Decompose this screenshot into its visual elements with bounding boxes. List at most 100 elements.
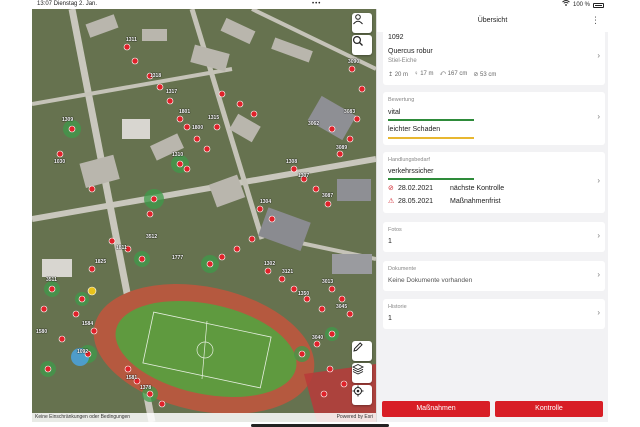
control-label: nächste Kontrolle (450, 185, 505, 192)
tree-label: 1801 (179, 109, 191, 115)
documents-label: Dokumente (388, 266, 417, 272)
measure-label: Maßnahmenfrist (450, 198, 501, 205)
tree-label: 3090 (348, 59, 360, 65)
tree-label: 1825 (95, 259, 107, 265)
tree-label: 3512 (146, 234, 158, 240)
tree-label: 1378 (140, 385, 152, 391)
user-button[interactable] (352, 13, 372, 33)
esri-attribution[interactable]: Powered by Esri (337, 413, 373, 422)
action-needed-card[interactable]: Handlungsbedarf verkehrssicher ⊘ 28.02.2… (383, 152, 605, 213)
tree-label: 3511 (46, 277, 57, 283)
action-needed-label: Handlungsbedarf (388, 157, 430, 163)
chevron-right-icon: › (597, 112, 600, 121)
assessment-card[interactable]: Bewertung vital leichter Schaden › (383, 92, 605, 145)
measures-button[interactable]: Maßnahmen (382, 401, 490, 417)
tree-label: 1302 (264, 261, 276, 267)
chevron-right-icon: › (597, 231, 600, 240)
map-attribution: Keine Einschränkungen oder Bedingungen P… (32, 413, 376, 422)
history-label: Historie (388, 304, 407, 310)
panel-title: Übersicht (477, 17, 508, 24)
assessment-label: Bewertung (388, 97, 415, 103)
tree-common-name: Stiel-Eiche (388, 58, 417, 64)
chevron-right-icon: › (597, 308, 600, 317)
aerial-map (32, 9, 376, 422)
vitality-bar (388, 119, 474, 121)
tree-label: 1350 (298, 291, 310, 297)
tree-label: 1581 (126, 375, 138, 381)
photos-count: 1 (388, 238, 392, 245)
tree-label: 1777 (172, 255, 184, 261)
tree-label: 1584 (82, 321, 94, 327)
photos-label: Fotos (388, 227, 402, 233)
tree-crown: 17 m (420, 71, 434, 77)
height-icon: ↥ (388, 72, 394, 78)
measure-date: 28.05.2021 (398, 198, 434, 205)
tree-label: 1309 (62, 117, 74, 123)
map-restriction-text: Keine Einschränkungen oder Bedingungen (35, 414, 131, 420)
warning-icon: ⚠ (388, 198, 395, 205)
tree-diameter: 53 cm (480, 72, 497, 78)
diameter-metric: ⊘ 53 cm (473, 71, 496, 78)
tree-label: 1307 (298, 173, 310, 179)
vitality-value: vital (388, 109, 401, 116)
chevron-right-icon: › (597, 176, 600, 185)
tree-label: 1304 (260, 199, 272, 205)
damage-bar (388, 137, 474, 139)
tree-label: 3089 (336, 145, 348, 151)
documents-value: Keine Dokumente vorhanden (388, 277, 473, 284)
tree-label: 1092 (77, 349, 89, 355)
tree-label: 1308 (286, 159, 298, 165)
chevron-right-icon: › (597, 51, 600, 60)
check-circle-icon: ⊘ (388, 185, 394, 192)
control-date: 28.02.2021 (398, 185, 434, 192)
history-card[interactable]: Historie 1 › (383, 299, 605, 329)
tree-label: 1030 (54, 159, 66, 165)
tree-label: 1315 (208, 115, 220, 121)
tree-label: 1317 (166, 89, 178, 95)
history-count: 1 (388, 315, 392, 322)
search-button[interactable] (352, 35, 372, 55)
tree-label: 1580 (36, 329, 48, 335)
more-menu-icon[interactable]: ⋮ (591, 9, 600, 32)
safety-status: verkehrssicher (388, 168, 434, 175)
map-view[interactable]: 1092 1311 3512 1777 1811 1825 3511 1318 … (32, 9, 376, 422)
crown-icon: ♀ (414, 71, 419, 77)
tree-label: 3062 (308, 121, 320, 127)
tree-label: 1310 (172, 152, 184, 158)
multitasking-dots[interactable]: ••• (312, 0, 321, 9)
tree-label: 3040 (312, 335, 324, 341)
edit-button[interactable] (352, 341, 372, 361)
height-metric: ↥ 20 m (388, 71, 408, 78)
locate-button[interactable] (352, 385, 372, 405)
documents-card[interactable]: Dokumente Keine Dokumente vorhanden › (383, 261, 605, 291)
safety-status-bar (388, 178, 474, 180)
chevron-right-icon: › (597, 270, 600, 279)
battery-icon (593, 2, 604, 8)
girth-metric: ⤺ 167 cm (440, 71, 468, 78)
status-time-date: 13:07 Dienstag 2. Jan. (37, 1, 98, 7)
girth-icon: ⤺ (439, 71, 446, 77)
detail-panel: Übersicht ⋮ 1092 Quercus robur Stiel-Eic… (376, 9, 608, 422)
tree-label: 3045 (336, 304, 348, 310)
status-bar: 13:07 Dienstag 2. Jan. ••• 100 % (0, 0, 640, 9)
tree-id: 1092 (388, 34, 404, 41)
damage-value: leichter Schaden (388, 126, 441, 133)
tree-label: 1811 (116, 245, 127, 251)
tree-species: Quercus robur (388, 48, 433, 55)
tree-info-card[interactable]: 1092 Quercus robur Stiel-Eiche ↥ 20 m ♀ … (383, 30, 605, 85)
tree-label: 1800 (192, 125, 204, 131)
tree-label: 3087 (322, 193, 334, 199)
control-button[interactable]: Kontrolle (495, 401, 603, 417)
tree-height: 20 m (394, 72, 409, 78)
layers-button[interactable] (352, 363, 372, 383)
tree-girth: 167 cm (447, 71, 468, 77)
tree-label: 3083 (344, 109, 356, 115)
tree-label: 1318 (150, 73, 162, 79)
photos-card[interactable]: Fotos 1 › (383, 222, 605, 252)
tree-label: 3013 (322, 279, 334, 285)
tree-label: 1311 (126, 37, 137, 43)
panel-header: Übersicht ⋮ (377, 9, 608, 32)
diameter-icon: ⊘ (473, 72, 479, 78)
tree-metrics: ↥ 20 m ♀ 17 m ⤺ 167 cm ⊘ 53 cm (388, 71, 496, 78)
crown-metric: ♀ 17 m (414, 71, 434, 78)
